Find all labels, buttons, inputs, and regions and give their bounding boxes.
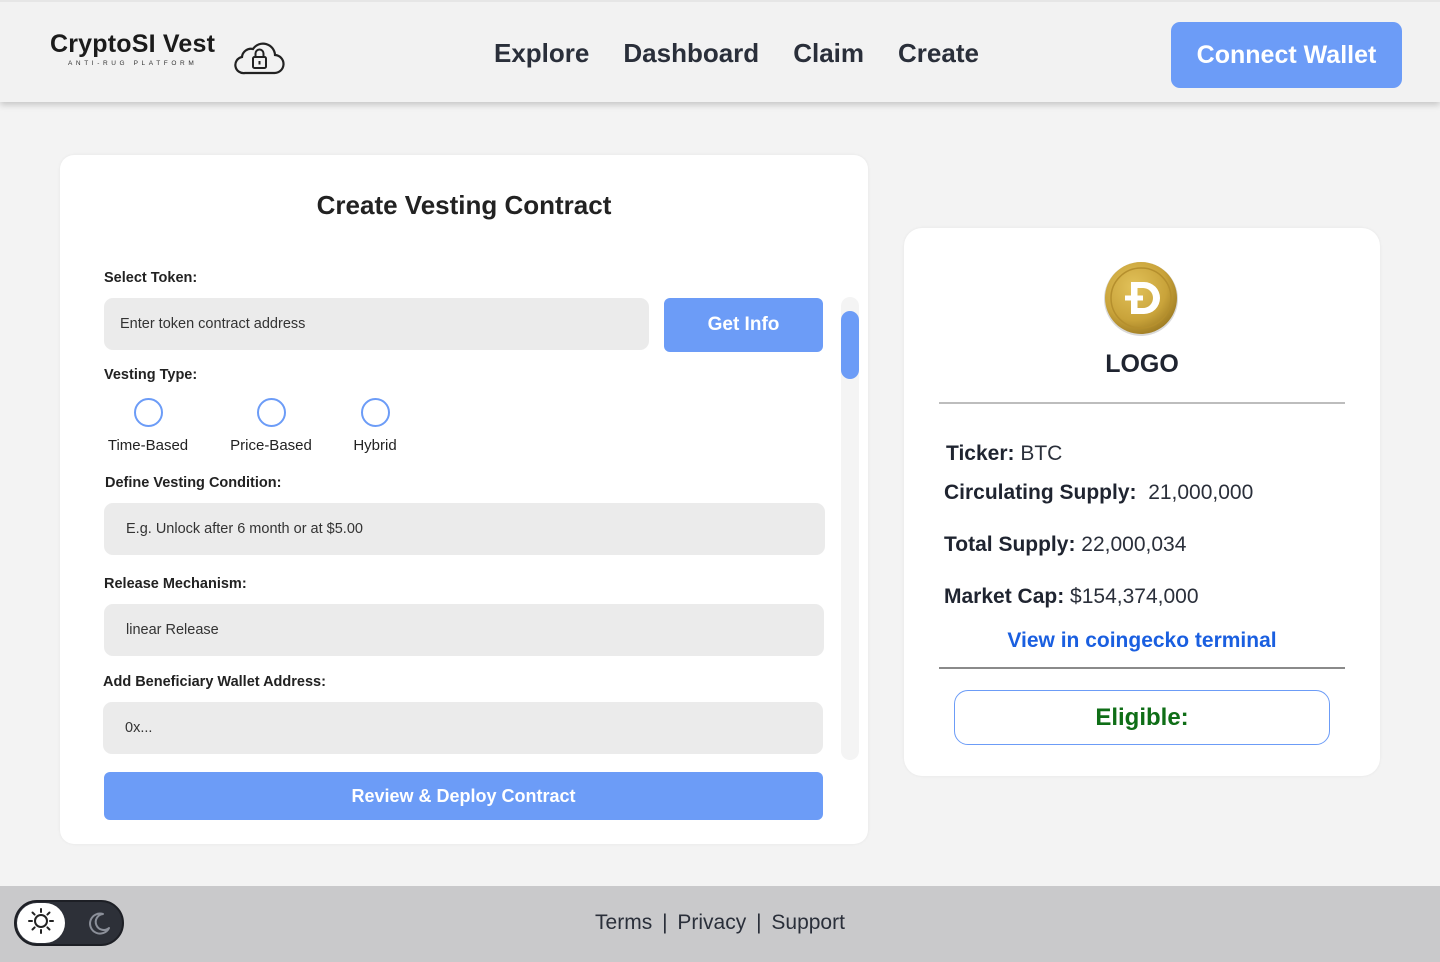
footer-separator: | (662, 911, 668, 934)
form-title: Create Vesting Contract (316, 190, 612, 220)
brand-title: CryptoSI Vest (50, 30, 216, 58)
eligible-badge: Eligible: (954, 690, 1330, 745)
mcap-value: $154,374,000 (1070, 585, 1199, 608)
nav-claim[interactable]: Claim (793, 38, 864, 69)
radio-circle-time[interactable] (133, 398, 163, 427)
divider-top (939, 402, 1345, 404)
logo-label: LOGO (1105, 350, 1179, 378)
top-header: CryptoSI Vest ANTI-RUG PLATFORM Explore … (0, 0, 1440, 102)
radio-time-based[interactable]: Time-Based (104, 398, 192, 454)
review-deploy-button[interactable]: Review & Deploy Contract (104, 772, 823, 820)
market-cap-row: Market Cap: $154,374,000 (944, 585, 1199, 609)
total-supply-row: Total Supply: 22,000,034 (944, 533, 1186, 557)
footer-support-link[interactable]: Support (771, 911, 845, 934)
release-mechanism-select[interactable]: linear Release (104, 604, 824, 656)
nav-explore[interactable]: Explore (494, 38, 589, 69)
connect-wallet-button[interactable]: Connect Wallet (1171, 22, 1402, 88)
scrollbar-thumb[interactable] (841, 311, 859, 379)
vesting-condition-label: Define Vesting Condition: (105, 475, 282, 491)
total-value: 22,000,034 (1081, 533, 1187, 556)
radio-circle-price[interactable] (256, 398, 286, 427)
main-nav: Explore Dashboard Claim Create (494, 38, 979, 69)
footer-terms-link[interactable]: Terms (595, 911, 652, 934)
total-label: Total Supply: (944, 533, 1076, 556)
beneficiary-label: Add Beneficiary Wallet Address: (103, 674, 326, 690)
radio-label-time: Time-Based (107, 437, 189, 454)
brand-logo[interactable]: CryptoSI Vest ANTI-RUG PLATFORM (50, 30, 215, 67)
footer-separator: | (756, 911, 762, 934)
mcap-label: Market Cap: (944, 585, 1065, 608)
ticker-row: Ticker: BTC (946, 442, 1062, 466)
create-vesting-card: Create Vesting Contract Select Token: En… (60, 155, 868, 844)
get-info-button[interactable]: Get Info (664, 298, 823, 352)
coingecko-link[interactable]: View in coingecko terminal (904, 629, 1380, 653)
footer-privacy-link[interactable]: Privacy (677, 911, 746, 934)
vesting-type-label: Vesting Type: (104, 367, 198, 383)
ticker-value: BTC (1020, 442, 1063, 465)
dogecoin-icon (1103, 260, 1179, 343)
footer: Terms | Privacy | Support (0, 886, 1440, 962)
radio-label-hybrid: Hybrid (353, 437, 397, 454)
release-mechanism-label: Release Mechanism: (104, 576, 247, 592)
divider-bottom (939, 667, 1345, 669)
circ-value: 21,000,000 (1148, 481, 1254, 504)
token-info-card: LOGO Ticker: BTC Circulating Supply: 21,… (904, 228, 1380, 776)
beneficiary-address-input[interactable]: 0x... (103, 702, 823, 754)
ticker-label: Ticker: (946, 442, 1015, 465)
select-token-label: Select Token: (104, 270, 198, 286)
token-address-input[interactable]: Enter token contract address (104, 298, 649, 350)
footer-links: Terms | Privacy | Support (0, 911, 1440, 935)
cloud-lock-icon (233, 38, 285, 81)
nav-create[interactable]: Create (898, 38, 979, 69)
brand-tagline: ANTI-RUG PLATFORM (68, 60, 198, 67)
radio-label-price: Price-Based (230, 437, 312, 454)
nav-dashboard[interactable]: Dashboard (623, 38, 759, 69)
radio-circle-hybrid[interactable] (360, 398, 390, 427)
form-scrollbar[interactable] (841, 297, 859, 760)
vesting-condition-input[interactable]: E.g. Unlock after 6 month or at $5.00 (104, 503, 825, 555)
radio-price-based[interactable]: Price-Based (226, 398, 316, 454)
radio-hybrid[interactable]: Hybrid (345, 398, 405, 454)
circ-label: Circulating Supply: (944, 481, 1137, 504)
circulating-supply-row: Circulating Supply: 21,000,000 (944, 481, 1253, 505)
